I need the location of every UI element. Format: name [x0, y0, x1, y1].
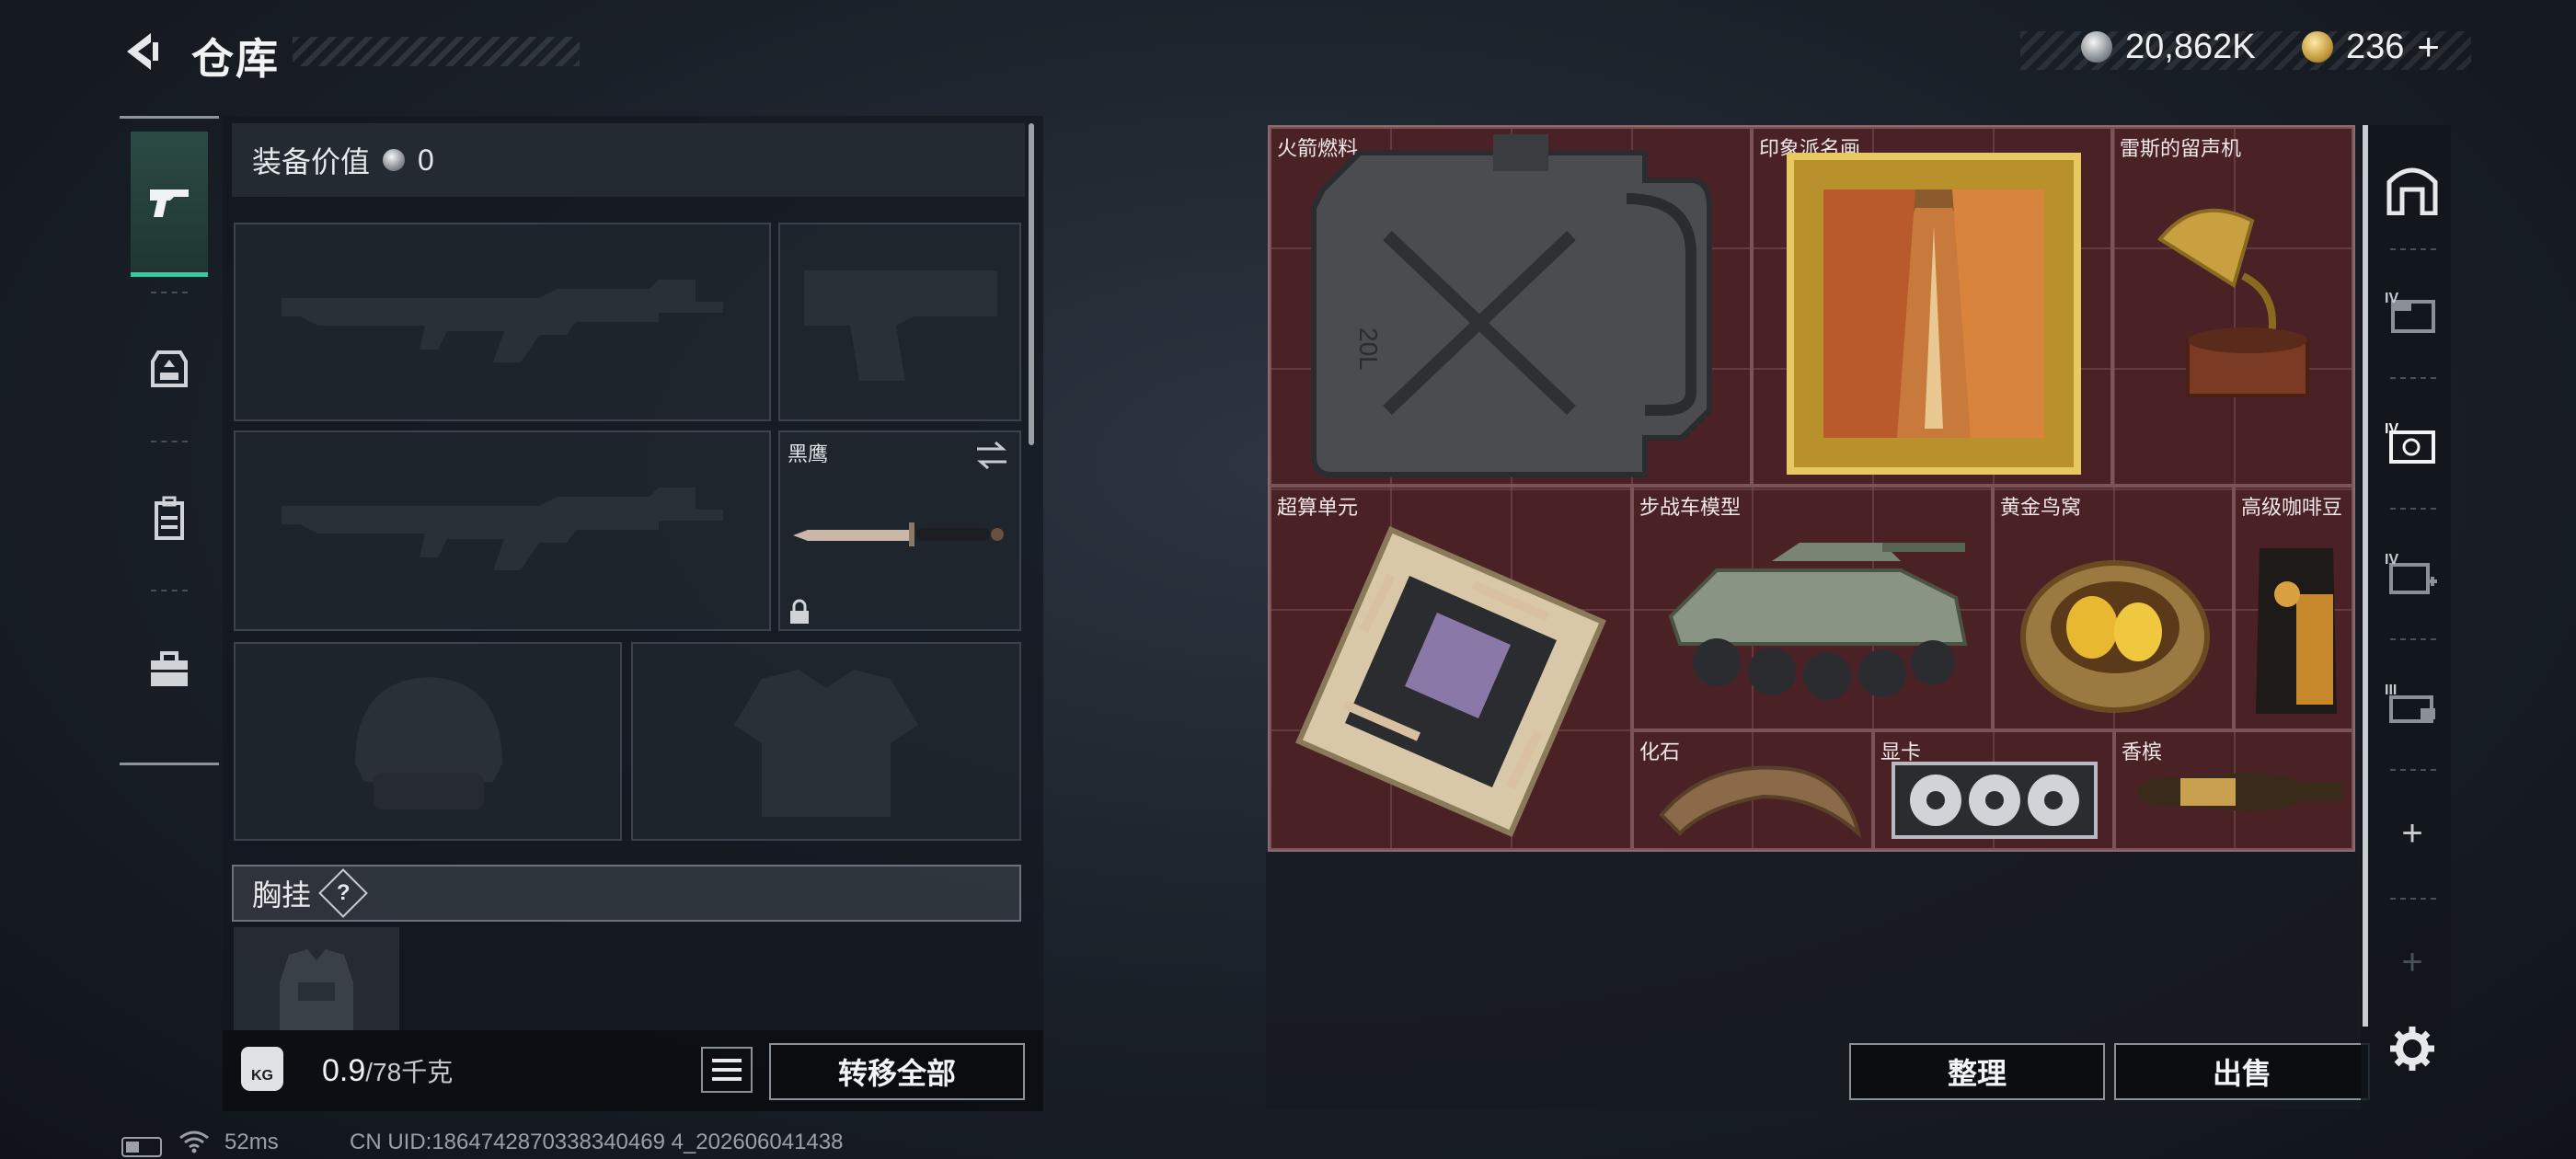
- rifle-silhouette-icon: [282, 488, 723, 570]
- category-weapons[interactable]: [131, 132, 208, 277]
- uid-text: CN UID:1864742870338340469 4_20260604143…: [350, 1130, 844, 1154]
- container-stash[interactable]: [2385, 162, 2440, 217]
- vault-icon: [2386, 167, 2438, 215]
- secondary-weapon-slot[interactable]: [234, 430, 771, 631]
- pistol-silhouette-icon: [804, 270, 997, 381]
- weight-icon: KG: [241, 1047, 283, 1091]
- equipment-value-header: 装备价值 0: [232, 123, 1025, 197]
- stash-item-rocket-fuel[interactable]: 火箭燃料 20L: [1270, 127, 1752, 486]
- transfer-all-button[interactable]: 转移全部: [769, 1043, 1025, 1100]
- container-tier4-a[interactable]: IV: [2385, 287, 2440, 342]
- help-icon: ?: [336, 879, 351, 905]
- pistol-icon: [150, 189, 189, 217]
- settings-button[interactable]: [2385, 1021, 2440, 1076]
- stash-item-painting[interactable]: 印象派名画: [1752, 127, 2112, 486]
- category-helmet[interactable]: [131, 295, 208, 441]
- silver-currency: 20,862K: [2081, 24, 2256, 70]
- chest-rig-slot[interactable]: [234, 927, 399, 1030]
- gramophone-icon: [2157, 208, 2309, 397]
- stash-item-compute-unit[interactable]: 超算单元: [1270, 486, 1632, 850]
- melee-item-name: 黑鹰: [788, 442, 829, 465]
- title-decoration: [293, 37, 580, 66]
- wifi-icon: [179, 1130, 209, 1153]
- body-armor-slot[interactable]: [631, 642, 1021, 841]
- jerrycan-icon: 20L: [1311, 134, 1712, 477]
- add-container-button[interactable]: +: [2385, 806, 2440, 861]
- svg-text:20L: 20L: [1354, 327, 1383, 371]
- stash-item-vehicle-model[interactable]: 步战车模型: [1632, 486, 1993, 730]
- container-tier3[interactable]: III: [2385, 679, 2440, 734]
- stash-item-gramophone[interactable]: 雷斯的留声机: [2112, 127, 2353, 486]
- gold-amount: 236: [2346, 27, 2405, 66]
- list-view-button[interactable]: [701, 1047, 753, 1093]
- battery-icon: [121, 1137, 162, 1157]
- category-backpack[interactable]: [131, 446, 208, 591]
- sort-button[interactable]: 整理: [1849, 1043, 2105, 1100]
- container-rail-scrollbar[interactable]: [2363, 125, 2368, 1027]
- equipment-value-label: 装备价值: [252, 145, 371, 178]
- circuit-board-icon: [1295, 526, 1606, 837]
- equipment-scrollbar[interactable]: [1029, 123, 1034, 445]
- silver-coin-icon: [383, 149, 406, 171]
- sell-button[interactable]: 出售: [2114, 1043, 2370, 1100]
- silver-coin-icon: [2081, 31, 2112, 63]
- category-rail: [120, 116, 219, 765]
- painting-icon: [1787, 153, 2081, 475]
- equipment-value: 0: [418, 143, 434, 177]
- stash-item-fossil[interactable]: 化石: [1632, 730, 1873, 850]
- vest-silhouette-icon: [734, 670, 918, 817]
- chest-rig-header: 胸挂 ?: [232, 865, 1021, 922]
- melee-slot[interactable]: 黑鹰: [778, 430, 1021, 631]
- add-gold-button[interactable]: +: [2417, 25, 2440, 69]
- category-case[interactable]: [131, 597, 208, 742]
- fossil-claw-icon: [1659, 765, 1862, 839]
- back-arrow-icon: [127, 33, 158, 70]
- gear-icon: [2390, 1027, 2434, 1071]
- weight-readout: 0.9/78千克: [322, 1053, 454, 1088]
- add-container-button-disabled: +: [2401, 941, 2423, 982]
- armor-rig-icon: [151, 350, 188, 387]
- coffee-bag-icon: [2256, 548, 2337, 714]
- chest-rig-silhouette-icon: [280, 949, 353, 1030]
- primary-weapon-slot[interactable]: [234, 223, 771, 421]
- graphics-card-icon: [1892, 762, 2098, 839]
- chest-rig-label: 胸挂: [252, 878, 312, 912]
- champagne-icon: [2138, 773, 2342, 811]
- swap-icon[interactable]: [975, 440, 1008, 471]
- sidearm-slot[interactable]: [778, 223, 1021, 421]
- knife-icon: [793, 522, 1004, 546]
- helmet-silhouette-icon: [355, 677, 502, 809]
- golden-nest-icon: [2020, 560, 2210, 713]
- container-tier4-b[interactable]: IV: [2385, 418, 2440, 473]
- stash-item-graphics-card[interactable]: 显卡: [1873, 730, 2114, 850]
- silver-amount: 20,862K: [2125, 27, 2256, 66]
- stash-item-coffee-beans[interactable]: 高级咖啡豆: [2234, 486, 2353, 730]
- gold-currency[interactable]: 236 +: [2302, 24, 2440, 70]
- lock-icon: [790, 599, 809, 624]
- page-title: 仓库: [191, 35, 280, 83]
- back-button[interactable]: [118, 28, 166, 75]
- helmet-slot[interactable]: [234, 642, 622, 841]
- container-tier4-c[interactable]: IV: [2385, 548, 2440, 603]
- toolbox-icon: [151, 651, 188, 686]
- help-button[interactable]: ?: [318, 868, 368, 918]
- latency-text: 52ms: [224, 1130, 279, 1154]
- backpack-icon: [155, 496, 184, 540]
- gold-coin-icon: [2302, 31, 2333, 63]
- armored-vehicle-icon: [1668, 543, 1968, 700]
- stash-item-champagne[interactable]: 香槟: [2114, 730, 2353, 850]
- rifle-silhouette-icon: [282, 280, 723, 362]
- stash-item-golden-nest[interactable]: 黄金鸟窝: [1993, 486, 2234, 730]
